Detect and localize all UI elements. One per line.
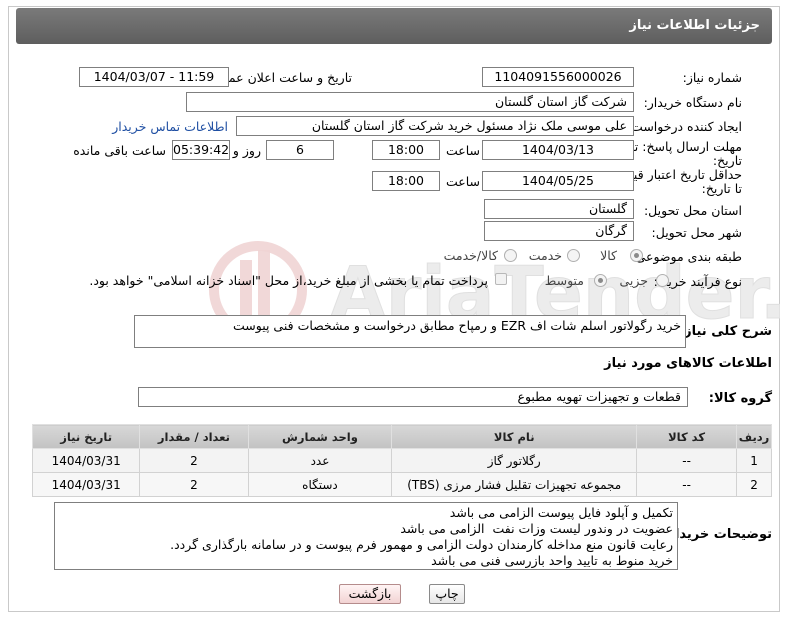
purchase-option-minor: جزیی [619,273,648,288]
province-field: گلستان [484,199,634,219]
table-row: 2 -- مجموعه تجهیزات تقلیل فشار مرزی (TBS… [31,472,772,497]
creator-field: علی موسی ملک نژاد مسئول خرید شرکت گاز اس… [236,116,634,136]
cell-goods-code: -- [636,448,738,473]
reply-time-field: 18:00 [372,140,440,160]
category-option-goods-service: کالا/خدمت [443,248,498,263]
cell-quantity: 2 [139,448,249,473]
cell-goods-code: -- [636,472,738,497]
col-header-row-number: ردیف [736,424,772,449]
cell-quantity: 2 [139,472,249,497]
price-time-field: 18:00 [372,171,440,191]
purchase-radio-medium[interactable] [594,274,607,287]
goods-info-title: اطلاعات کالاهای مورد نیاز [604,356,772,371]
city-label: شهر محل تحویل: [651,225,742,240]
announce-date-field: 1404/03/07 - 11:59 [79,67,229,87]
city-field: گرگان [484,221,634,241]
col-header-need-date: تاریخ نیاز [31,424,141,449]
purchase-radio-minor[interactable] [656,274,669,287]
summary-label: شرح کلی نیاز: [678,324,772,339]
col-header-quantity: تعداد / مقدار [139,424,249,449]
category-radio-goods[interactable] [630,249,643,262]
cell-goods-name: مجموعه تجهیزات تقلیل فشار مرزی (TBS) [391,472,638,497]
category-option-service: خدمت [528,248,562,263]
col-header-goods-code: کد کالا [636,424,738,449]
cell-goods-name: رگلاتور گاز [391,448,638,473]
reply-deadline-label-2: تاریخ: [712,153,742,168]
need-number-label: شماره نیاز: [682,70,742,85]
creator-label: ایجاد کننده درخواست: [626,119,742,134]
buyer-notes-label: توضیحات خریدار: [662,527,772,542]
price-time-label: ساعت [445,174,480,189]
col-header-goods-name: نام کالا [391,424,638,449]
days-remaining-field: 6 [266,140,334,160]
remaining-time-label: ساعت باقی مانده [73,143,166,158]
table-header-row: ردیف کد کالا نام کالا واحد شمارش تعداد /… [31,424,772,449]
back-button[interactable]: بازگشت [339,584,401,604]
table-row: 1 -- رگلاتور گاز عدد 2 1404/03/31 [31,448,772,473]
page-header: جزئیات اطلاعات نیاز [16,8,772,44]
goods-group-field: قطعات و تجهیزات تهویه مطبوع [138,387,688,407]
page-title: جزئیات اطلاعات نیاز [629,18,760,33]
category-radio-service[interactable] [567,249,580,262]
treasury-payment-note: پرداخت تمام یا بخشی از مبلغ خرید،از محل … [89,273,488,288]
cell-unit: عدد [247,448,393,473]
remaining-time-field: 05:39:42 [172,140,230,160]
reply-date-field: 1404/03/13 [482,140,634,160]
col-header-unit: واحد شمارش [247,424,393,449]
goods-group-label: گروه کالا: [708,391,772,406]
cell-need-date: 1404/03/31 [31,448,141,473]
summary-textarea[interactable] [134,315,686,348]
cell-need-date: 1404/03/31 [31,472,141,497]
buyer-notes-textarea[interactable] [54,502,678,570]
buyer-org-field: شرکت گاز استان گلستان [186,92,634,112]
buyer-contact-link[interactable]: اطلاعات تماس خریدار [112,119,228,134]
need-number-field: 1104091556000026 [482,67,634,87]
cell-row-number: 1 [736,448,772,473]
reply-time-label: ساعت [445,143,480,158]
category-radio-goods-service[interactable] [504,249,517,262]
category-label: طبقه بندی موضوعی: [631,249,742,264]
province-label: استان محل تحویل: [643,203,742,218]
category-option-goods: کالا [600,248,617,263]
reply-deadline-label: مهلت ارسال پاسخ: تا [631,139,742,154]
treasury-payment-checkbox[interactable] [495,273,507,285]
purchase-option-medium: متوسط [544,273,584,288]
cell-unit: دستگاه [247,472,393,497]
days-label: روز و [232,143,261,158]
goods-table: ردیف کد کالا نام کالا واحد شمارش تعداد /… [31,424,772,497]
cell-row-number: 2 [736,472,772,497]
print-button[interactable]: چاپ [429,584,465,604]
buyer-org-label: نام دستگاه خریدار: [643,95,742,110]
price-date-field: 1404/05/25 [482,171,634,191]
price-validity-label-2: تا تاریخ: [701,181,742,196]
